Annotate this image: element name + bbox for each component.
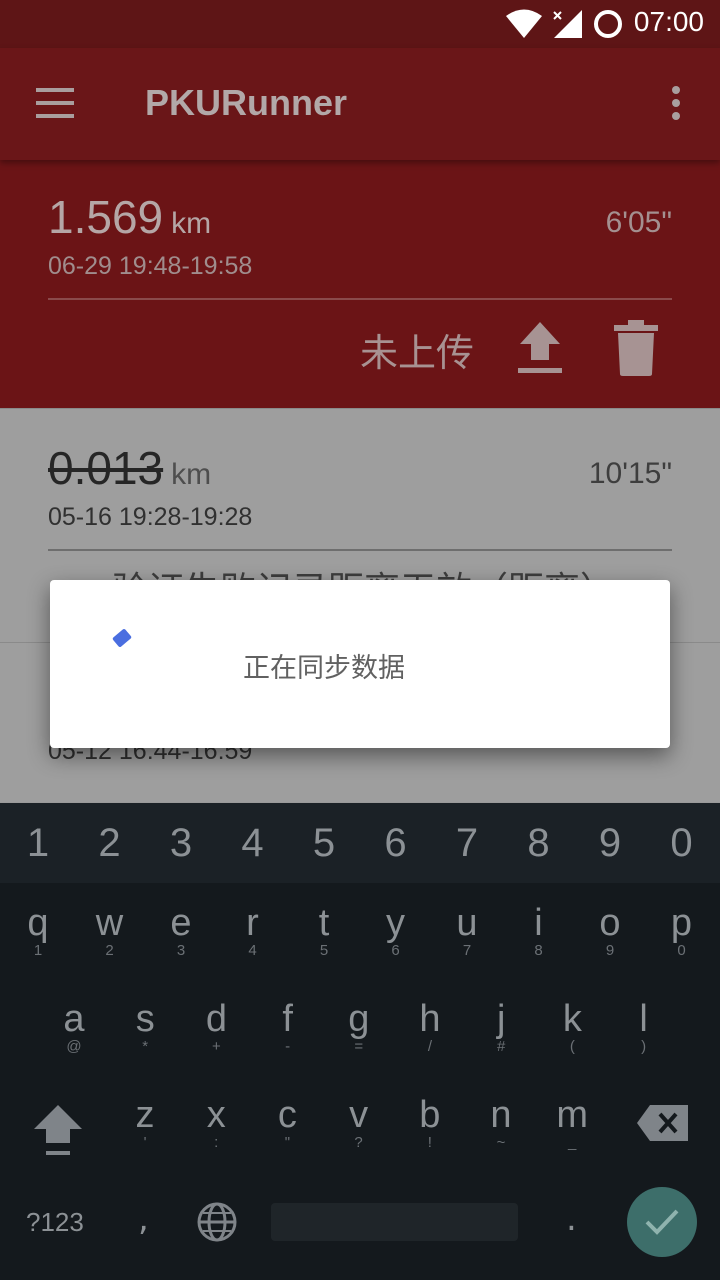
upload-status: 未上传 — [360, 331, 475, 375]
key-m[interactable]: m _ — [536, 1095, 608, 1151]
sync-progress-dialog: 正在同步数据 — [50, 580, 670, 748]
key-2[interactable]: 2 — [74, 821, 146, 866]
divider — [48, 549, 672, 551]
key-8[interactable]: 8 — [503, 821, 575, 866]
run-time-range: 06-29 19:48-19:58 — [48, 252, 253, 280]
keyboard-number-row: 1234567890 — [0, 803, 720, 883]
menu-icon[interactable] — [36, 88, 76, 120]
key-l[interactable]: l) — [608, 999, 680, 1055]
key-x[interactable]: x: — [180, 1095, 252, 1151]
wifi-icon — [506, 9, 542, 38]
upload-icon[interactable] — [516, 320, 564, 374]
key-e[interactable]: e3 — [145, 903, 217, 959]
key-o[interactable]: o9 — [574, 903, 646, 959]
run-distance: 1.569 km — [48, 190, 211, 244]
key-n[interactable]: n ~ — [465, 1095, 537, 1151]
app-bar: PKURunner — [0, 48, 720, 160]
key-w[interactable]: w2 — [74, 903, 146, 959]
enter-key[interactable] — [627, 1187, 697, 1257]
key-a[interactable]: a @ — [38, 999, 110, 1055]
key-t[interactable]: t5 — [288, 903, 360, 959]
key-d[interactable]: d + — [180, 999, 252, 1055]
key-z[interactable]: z ' — [109, 1095, 181, 1151]
loading-spinner-icon — [112, 628, 132, 648]
run-distance: 0.013 km — [48, 441, 211, 495]
backspace-icon[interactable] — [636, 1103, 690, 1143]
dialog-message: 正在同步数据 — [243, 653, 405, 684]
more-options-icon[interactable] — [668, 86, 684, 124]
run-pace: 6'05" — [605, 206, 672, 239]
comma-key[interactable]: , — [138, 1199, 149, 1239]
key-y[interactable]: y6 — [360, 903, 432, 959]
key-i[interactable]: i8 — [503, 903, 575, 959]
distance-value: 0.013 — [48, 442, 164, 494]
key-4[interactable]: 4 — [217, 821, 289, 866]
soft-keyboard: 1234567890 q1w2e3r4t5y6u7i8o9p0 a @ s * d + f -… — [0, 803, 720, 1280]
key-k[interactable]: k( — [536, 999, 608, 1055]
key-p[interactable]: p0 — [646, 903, 718, 959]
distance-unit: km — [171, 207, 212, 240]
globe-icon[interactable] — [196, 1201, 238, 1243]
key-u[interactable]: u7 — [431, 903, 503, 959]
key-h[interactable]: h / — [394, 999, 466, 1055]
distance-unit: km — [171, 458, 212, 491]
status-time: 07:00 — [633, 6, 704, 37]
sync-ring-icon — [594, 10, 622, 38]
key-g[interactable]: g = — [323, 999, 395, 1055]
space-bar[interactable] — [271, 1203, 518, 1241]
key-6[interactable]: 6 — [360, 821, 432, 866]
key-j[interactable]: j # — [465, 999, 537, 1055]
run-time-range: 05-16 19:28-19:28 — [48, 503, 253, 531]
divider — [48, 298, 672, 300]
key-f[interactable]: f- — [252, 999, 324, 1055]
run-pace: 10'15" — [588, 457, 672, 490]
key-s[interactable]: s * — [109, 999, 181, 1055]
key-3[interactable]: 3 — [145, 821, 217, 866]
status-bar: 07:00 — [0, 0, 720, 48]
symbols-key[interactable]: ?123 — [26, 1207, 84, 1238]
key-v[interactable]: v? — [323, 1095, 395, 1151]
run-record-selected[interactable]: 1.569 km 6'05" 06-29 19:48-19:58 未上传 — [0, 160, 720, 408]
key-0[interactable]: 0 — [646, 821, 718, 866]
delete-icon[interactable] — [614, 320, 658, 376]
period-key[interactable]: . — [566, 1199, 577, 1239]
key-q[interactable]: q1 — [2, 903, 74, 959]
key-7[interactable]: 7 — [431, 821, 503, 866]
app-title: PKURunner — [145, 82, 348, 123]
key-c[interactable]: c " — [251, 1095, 323, 1151]
key-1[interactable]: 1 — [2, 821, 74, 866]
cellular-signal-icon — [553, 10, 582, 38]
key-5[interactable]: 5 — [288, 821, 360, 866]
key-r[interactable]: r4 — [217, 903, 289, 959]
key-b[interactable]: b! — [394, 1095, 466, 1151]
key-9[interactable]: 9 — [574, 821, 646, 866]
distance-value: 1.569 — [48, 191, 164, 243]
shift-icon[interactable] — [30, 1103, 86, 1159]
check-icon — [645, 1209, 679, 1235]
